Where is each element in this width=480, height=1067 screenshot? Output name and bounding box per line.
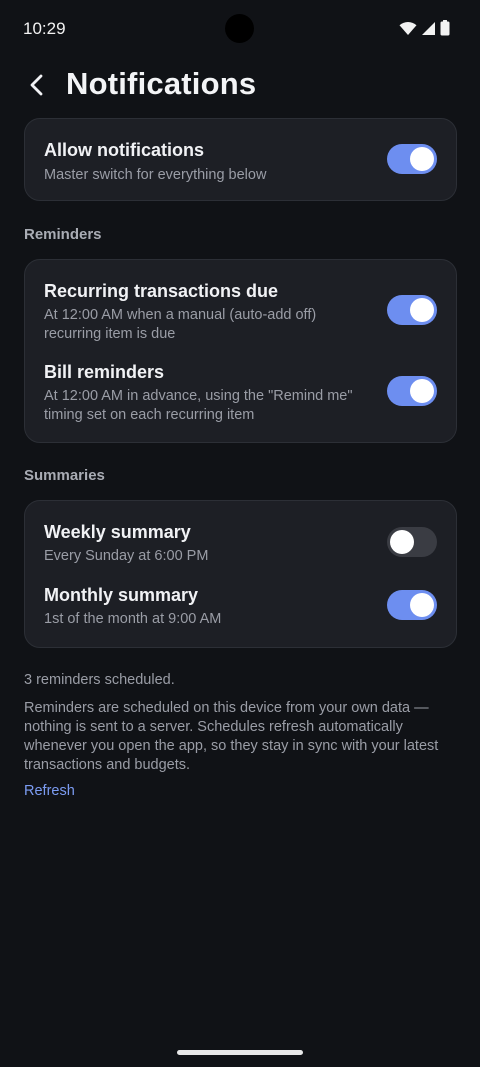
summaries-card: Weekly summary Every Sunday at 6:00 PM M… — [24, 500, 457, 648]
row-subtitle: 1st of the month at 9:00 AM — [44, 611, 222, 627]
scheduled-count-text: 3 reminders scheduled. — [24, 672, 175, 688]
page-title: Notifications — [66, 66, 257, 101]
app-header: Notifications — [0, 62, 480, 110]
toggle-knob — [410, 147, 434, 171]
recurring-transactions-row: Recurring transactions due At 12:00 AM w… — [44, 281, 437, 344]
row-title: Bill reminders — [44, 362, 165, 382]
refresh-link[interactable]: Refresh — [24, 783, 75, 799]
row-subtitle: Master switch for everything below — [44, 167, 267, 183]
row-subtitle: At 12:00 AM in advance, using the "Remin… — [44, 388, 353, 423]
section-label-summaries: Summaries — [24, 467, 105, 484]
bill-reminders-toggle[interactable] — [387, 376, 437, 406]
battery-icon — [440, 20, 450, 36]
back-arrow-icon — [30, 74, 43, 96]
row-title: Recurring transactions due — [44, 281, 279, 301]
toggle-knob — [410, 298, 434, 322]
row-title: Monthly summary — [44, 585, 199, 605]
status-icons — [399, 20, 450, 36]
notifications-screen: 10:29 Notifications Allow notifications — [0, 0, 480, 1067]
wifi-icon — [399, 21, 417, 35]
gesture-nav-handle[interactable] — [177, 1050, 303, 1055]
recurring-transactions-toggle[interactable] — [387, 295, 437, 325]
row-title: Allow notifications — [44, 140, 204, 160]
bill-reminders-row: Bill reminders At 12:00 AM in advance, u… — [44, 362, 437, 425]
status-time: 10:29 — [23, 19, 66, 38]
camera-cutout — [225, 14, 254, 43]
allow-notifications-row: Allow notifications Master switch for ev… — [44, 140, 437, 185]
weekly-summary-toggle[interactable] — [387, 527, 437, 557]
toggle-knob — [390, 530, 414, 554]
info-text: Reminders are scheduled on this device f… — [24, 700, 439, 773]
monthly-summary-toggle[interactable] — [387, 590, 437, 620]
status-bar: 10:29 — [0, 0, 480, 58]
back-button[interactable] — [20, 68, 54, 102]
reminders-card: Recurring transactions due At 12:00 AM w… — [24, 259, 457, 443]
monthly-summary-row: Monthly summary 1st of the month at 9:00… — [44, 585, 437, 629]
section-label-reminders: Reminders — [24, 226, 102, 243]
weekly-summary-row: Weekly summary Every Sunday at 6:00 PM — [44, 522, 437, 566]
row-title: Weekly summary — [44, 522, 191, 542]
toggle-knob — [410, 379, 434, 403]
row-subtitle: At 12:00 AM when a manual (auto-add off)… — [44, 307, 317, 342]
cell-signal-icon — [422, 21, 435, 35]
row-subtitle: Every Sunday at 6:00 PM — [44, 548, 209, 564]
master-switch-card: Allow notifications Master switch for ev… — [24, 118, 457, 201]
allow-notifications-toggle[interactable] — [387, 144, 437, 174]
toggle-knob — [410, 593, 434, 617]
